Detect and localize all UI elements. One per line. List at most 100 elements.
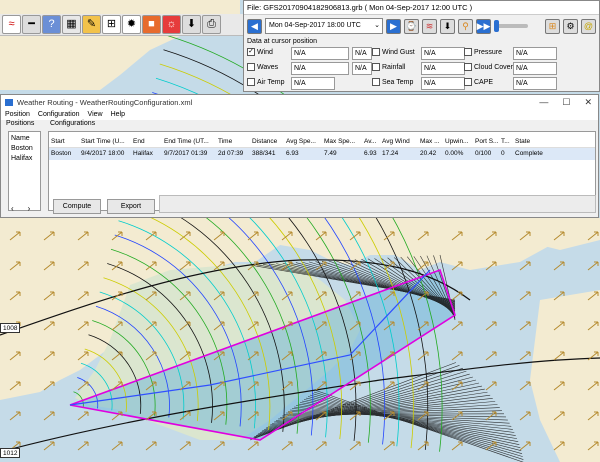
position-item[interactable]: Halifax [11, 154, 38, 164]
gear-icon[interactable]: ✹ [122, 15, 141, 34]
checkbox[interactable] [464, 78, 472, 87]
menu-configuration[interactable]: Configuration [38, 110, 80, 120]
field-label: Waves [257, 64, 279, 71]
scroll-right-icon[interactable]: › [28, 204, 31, 213]
cursor-header: Data at cursor position [247, 38, 318, 45]
help-icon[interactable]: ? [42, 15, 61, 34]
menu-position[interactable]: Position [5, 110, 30, 120]
grib-field-waves[interactable]: Waves [247, 62, 278, 75]
checkbox[interactable] [247, 78, 255, 87]
minimize-icon[interactable]: — [539, 95, 548, 110]
table-cell: Halifax [133, 150, 153, 157]
column-header[interactable]: Start [49, 136, 79, 147]
column-header[interactable]: State [513, 136, 553, 147]
download-icon[interactable]: ⬇ [182, 15, 201, 34]
weather-icon[interactable]: ■ [142, 15, 161, 34]
next-icon[interactable]: ▶ [386, 18, 401, 34]
play-icon[interactable]: ▶▶ [476, 18, 491, 34]
column-header[interactable]: Max ... [418, 136, 443, 147]
positions-list[interactable]: Name Boston Halifax [8, 131, 41, 211]
table-cell: 0 [501, 150, 505, 157]
column-header[interactable]: Max Spe... [322, 136, 362, 147]
print-icon[interactable]: ⎙ [202, 15, 221, 34]
menu-view[interactable]: View [88, 110, 103, 120]
grib-field-wind[interactable]: ✓ Wind [247, 47, 273, 60]
checkbox[interactable] [372, 48, 380, 57]
field-label: Wind [257, 49, 273, 56]
checkbox[interactable] [464, 63, 472, 72]
column-header[interactable]: Avg Spe... [284, 136, 322, 147]
positions-header: Name [11, 135, 30, 142]
table-cell: 20.42 [420, 150, 437, 157]
table-cell: Boston [51, 150, 72, 157]
scroll-left-icon[interactable]: ‹ [11, 204, 14, 213]
chart-grid-icon[interactable]: ▦ [62, 15, 81, 34]
route-icon[interactable]: ⊞ [102, 15, 121, 34]
table-cell: 6.93 [364, 150, 377, 157]
column-header[interactable]: T... [499, 136, 513, 147]
positions-scroll: ‹ › [11, 204, 30, 213]
position-item[interactable]: Boston [11, 144, 38, 154]
settings-grib-icon[interactable]: ⊞ [545, 18, 560, 34]
checkbox[interactable] [247, 63, 255, 72]
grib-field-sea-temp[interactable]: Sea Temp [372, 77, 413, 90]
column-header[interactable]: End [131, 136, 162, 147]
column-header[interactable]: Distance [250, 136, 284, 147]
gear-icon[interactable]: ⚙ [563, 18, 578, 34]
field-value: N/A [421, 62, 465, 75]
app-logo-icon [5, 99, 13, 106]
tools-icon[interactable]: ✎ [82, 15, 101, 34]
checkbox[interactable] [464, 48, 472, 57]
field-label: Air Temp [257, 79, 285, 86]
date-select[interactable]: Mon 04-Sep-2017 18:00 UTC ⌄ [265, 18, 383, 34]
grib-field-air-temp[interactable]: Air Temp [247, 77, 285, 90]
now-icon[interactable]: ⌚ [404, 18, 419, 34]
table-cell: 9/4/2017 18:00 [81, 150, 125, 157]
column-header[interactable]: Avg Wind [380, 136, 418, 147]
zoom-icon[interactable]: ⚲ [458, 18, 473, 34]
weather-map-icon[interactable]: ≋ [422, 18, 437, 34]
field-label: Sea Temp [382, 79, 414, 86]
time-slider[interactable] [494, 20, 528, 32]
checkbox[interactable]: ✓ [247, 48, 255, 57]
menu-help[interactable]: Help [111, 110, 125, 120]
field-value: N/A [513, 47, 557, 60]
column-header[interactable]: Upwin... [443, 136, 473, 147]
checkbox[interactable] [372, 78, 380, 87]
configurations-label: Configurations [50, 120, 96, 127]
slider-knob[interactable] [494, 20, 499, 32]
grib-controls: ◀ Mon 04-Sep-2017 18:00 UTC ⌄ ▶ ⌚ ≋ ⬇ ⚲ … [244, 15, 599, 37]
column-header[interactable]: Start Time (U... [79, 136, 131, 147]
wr-menubar: Position Configuration View Help [1, 110, 598, 120]
weather-routing-window: Weather Routing - WeatherRoutingConfigur… [0, 94, 599, 218]
ruler-icon[interactable]: ━ [22, 15, 41, 34]
download-icon[interactable]: ⬇ [440, 18, 455, 34]
grib-field-cape[interactable]: CAPE [464, 77, 493, 90]
compute-button[interactable]: Compute [53, 199, 101, 214]
column-header[interactable]: Port S... [473, 136, 499, 147]
prev-icon[interactable]: ◀ [247, 18, 262, 34]
grib-field-pressure[interactable]: Pressure [464, 47, 502, 60]
wave-icon[interactable]: ≈ [2, 15, 21, 34]
column-header[interactable]: End Time (UT... [162, 136, 216, 147]
grib-field-rainfall[interactable]: Rainfall [372, 62, 405, 75]
export-button[interactable]: Export [107, 199, 155, 214]
grib-field-wind-gust[interactable]: Wind Gust [372, 47, 415, 60]
wr-title-bar: Weather Routing - WeatherRoutingConfigur… [1, 95, 598, 110]
request-icon[interactable]: @ [581, 18, 596, 34]
column-header[interactable]: Av... [362, 136, 380, 147]
isobar-label-1012: 1012 [0, 448, 21, 458]
checkbox[interactable] [372, 63, 380, 72]
tide-icon[interactable]: ☼ [162, 15, 181, 34]
grib-title: File: GFS20170904182906813.grb ( Mon 04-… [244, 1, 599, 15]
table-cell: 6.93 [286, 150, 299, 157]
field-value: N/A [421, 47, 465, 60]
positions-label: Positions [6, 120, 35, 127]
close-icon[interactable]: ✕ [584, 95, 592, 110]
table-cell: 0/100 [475, 150, 492, 157]
field-value-2: N/A [352, 62, 372, 75]
grib-field-cloud-cover[interactable]: Cloud Cover [464, 62, 513, 75]
table-row[interactable]: Boston 9/4/2017 18:00 Halifax 9/7/2017 01:3… [49, 148, 595, 160]
column-header[interactable]: Time [216, 136, 250, 147]
maximize-icon[interactable]: ☐ [562, 95, 570, 110]
